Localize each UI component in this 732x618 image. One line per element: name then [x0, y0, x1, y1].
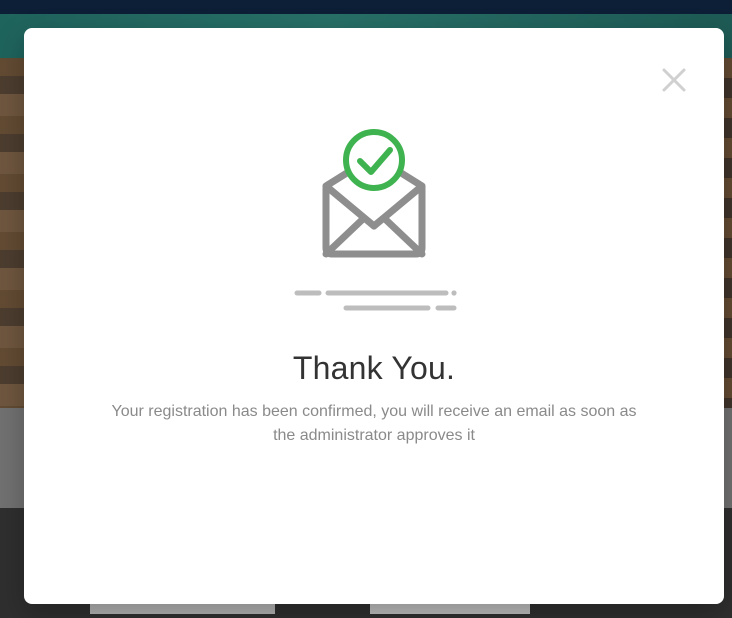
check-circle-icon [343, 129, 405, 191]
close-button[interactable] [660, 66, 688, 94]
confirmation-modal: Thank You. Your registration has been co… [24, 28, 724, 604]
decorative-lines [294, 290, 457, 311]
close-icon [662, 68, 686, 92]
modal-title: Thank You. [292, 350, 456, 386]
envelope-check-illustration [294, 129, 457, 311]
modal-message: Your registration has been confirmed, yo… [111, 403, 637, 444]
confirmation-illustration [254, 126, 494, 326]
